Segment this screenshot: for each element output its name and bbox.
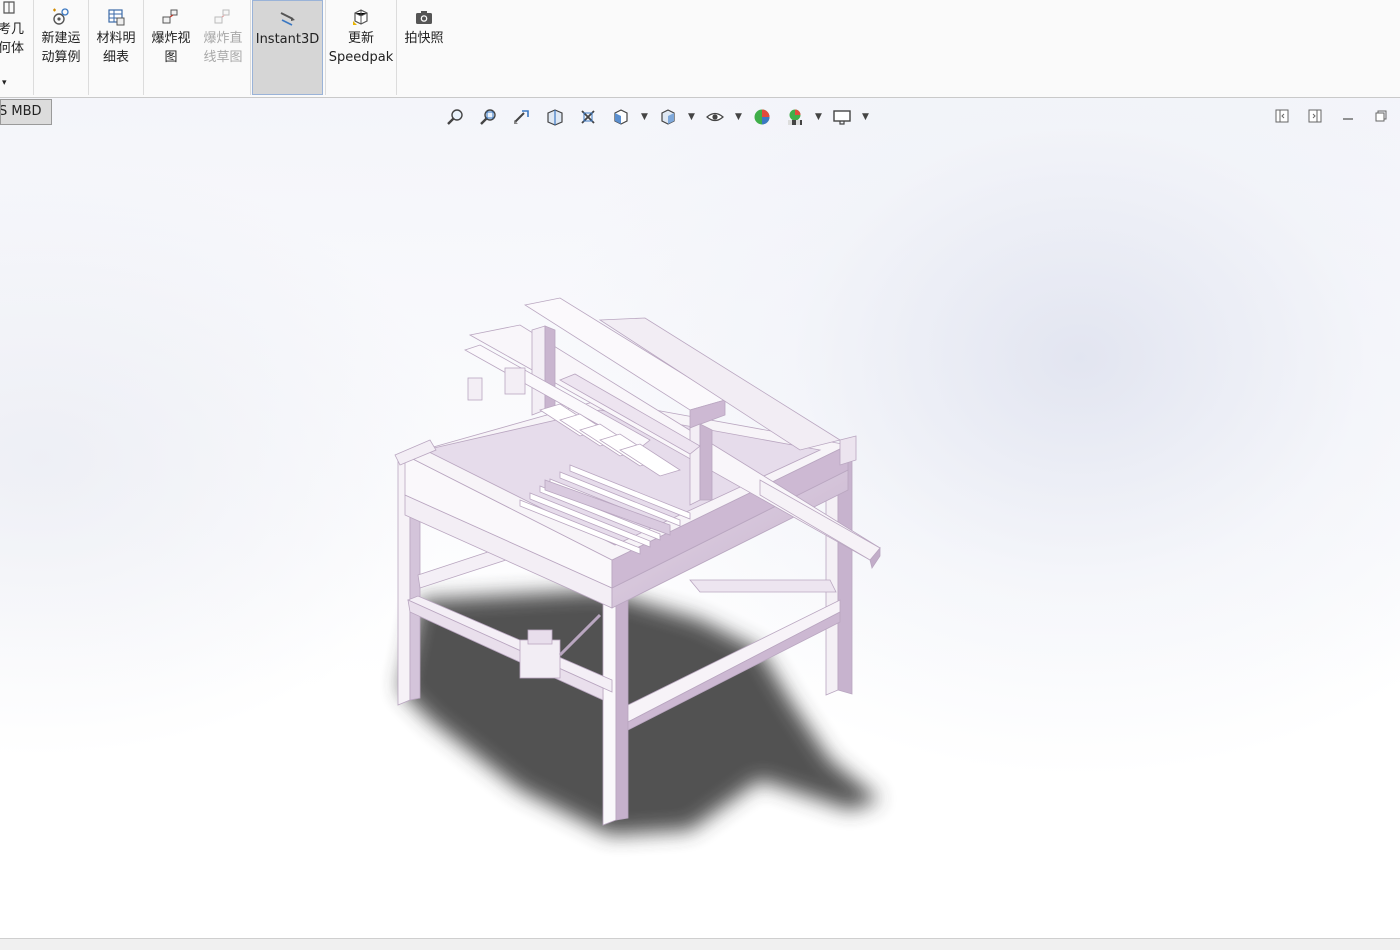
status-bar — [0, 938, 1400, 950]
assembly-model[interactable] — [0, 0, 1400, 949]
